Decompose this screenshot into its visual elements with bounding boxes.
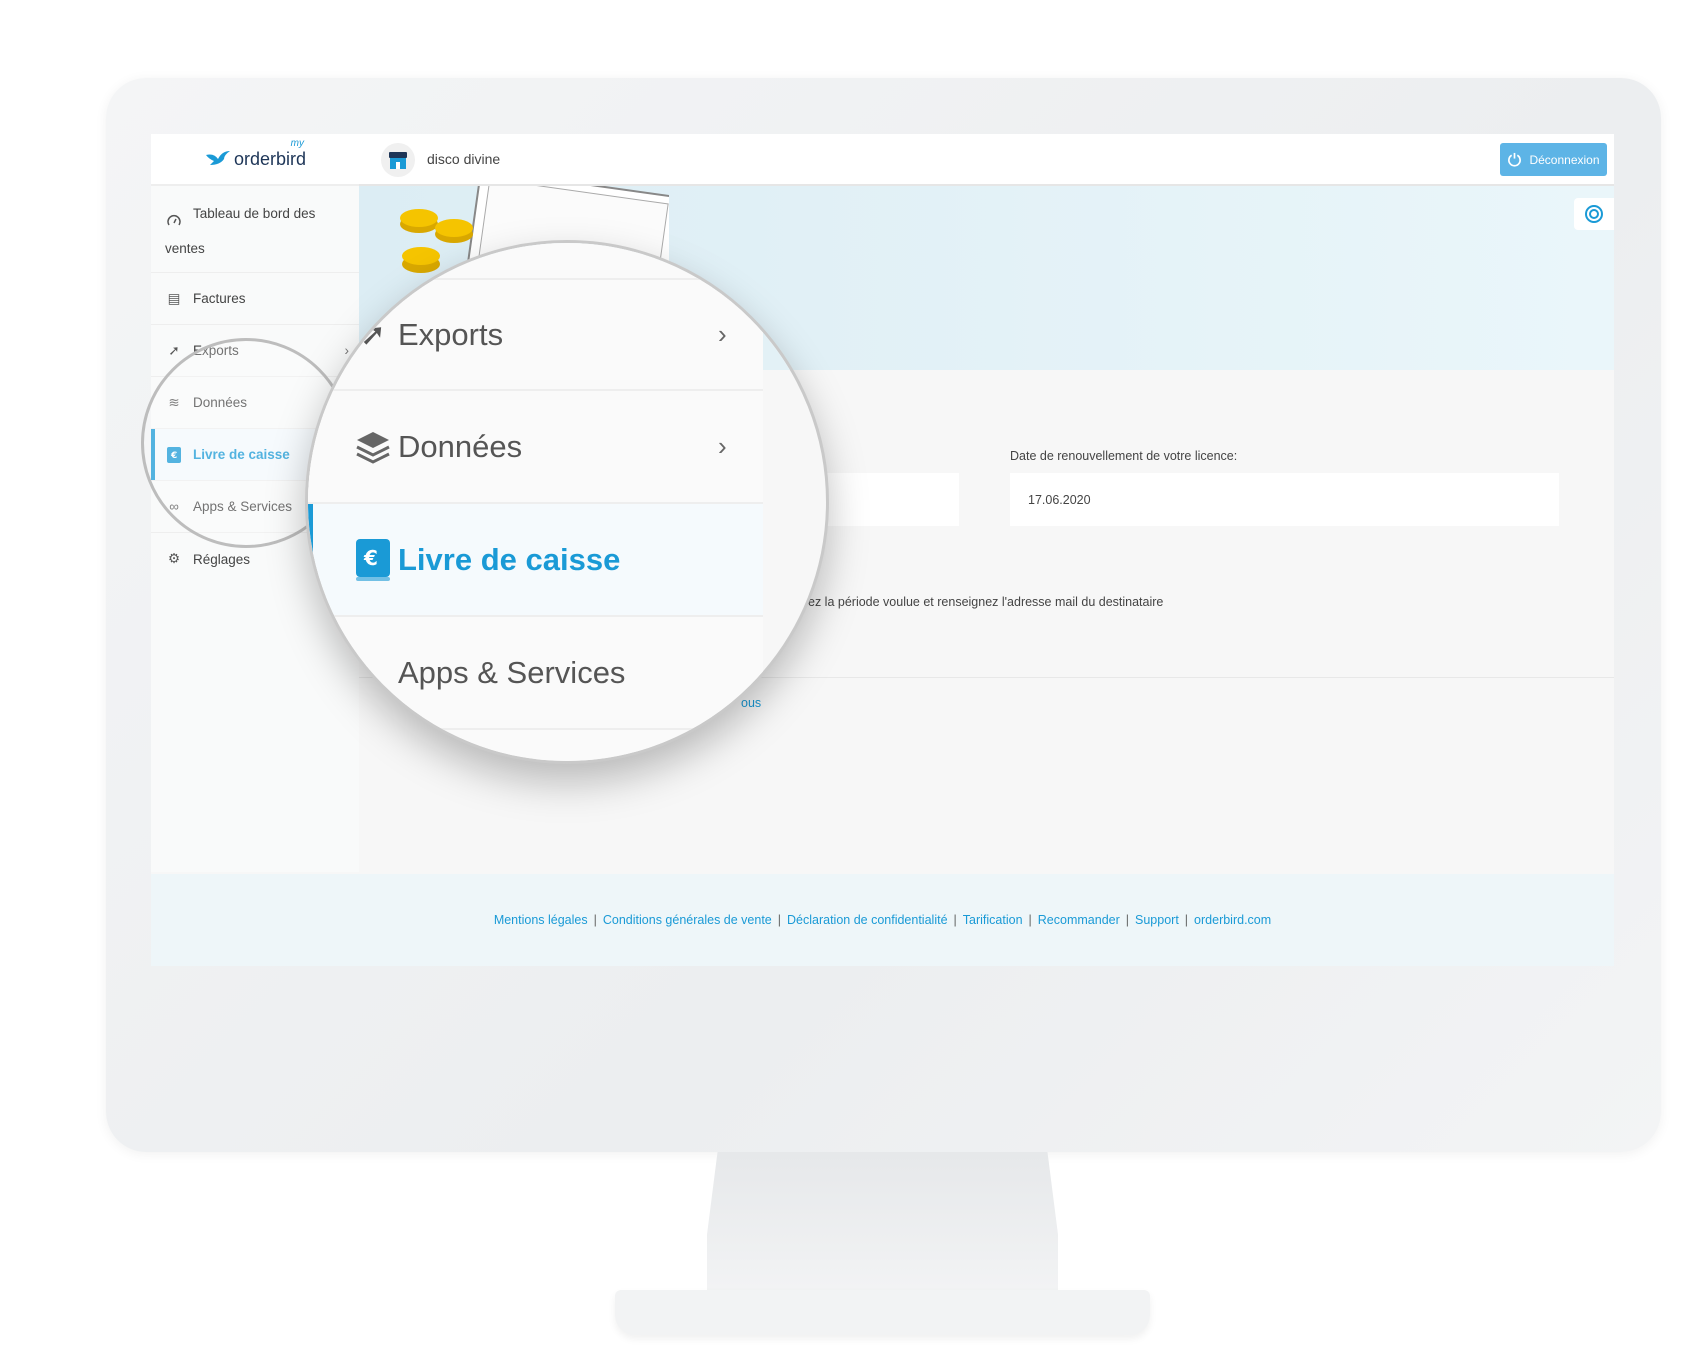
layers-icon	[353, 430, 393, 464]
magnifier-lens: ➚ Exports › Données › € Livre de caisse Apps…	[305, 240, 829, 764]
mag-item-livre-de-caisse[interactable]: € Livre de caisse	[308, 504, 763, 617]
footer-link-pricing[interactable]: Tarification	[963, 913, 1023, 927]
logout-button[interactable]: Déconnexion	[1500, 143, 1607, 176]
sidebar-item-label: Réglages	[193, 551, 251, 567]
store-icon	[389, 152, 407, 169]
license-date-field: 17.06.2020	[1010, 473, 1559, 526]
footer-link-privacy[interactable]: Déclaration de confidentialité	[787, 913, 948, 927]
monitor-base	[615, 1290, 1150, 1335]
mag-item-label: Données	[398, 428, 523, 464]
export-icon: ➚	[168, 342, 180, 358]
mag-item-exports[interactable]: ➚ Exports ›	[308, 278, 763, 391]
chevron-right-icon: ›	[718, 431, 727, 461]
footer-link-support[interactable]: Support	[1135, 913, 1179, 927]
cashbook-icon: €	[353, 538, 393, 581]
bird-icon	[205, 151, 230, 165]
store-avatar[interactable]	[381, 143, 415, 177]
logo-text: orderbird	[233, 148, 307, 169]
lifebuoy-icon	[1585, 205, 1603, 223]
logout-label: Déconnexion	[1529, 152, 1600, 167]
chevron-right-icon: ›	[718, 319, 727, 349]
help-button[interactable]	[1574, 198, 1614, 230]
footer-link-mentions[interactable]: Mentions légales	[494, 913, 588, 927]
instruction-text: ez la période voulue et renseignez l'adr…	[808, 595, 1164, 609]
logo[interactable]: orderbird my	[151, 134, 359, 186]
mag-item-label: Livre de caisse	[398, 541, 621, 577]
svg-text:€: €	[363, 546, 378, 570]
footer-link-website[interactable]: orderbird.com	[1194, 913, 1271, 927]
footer-link-cgv[interactable]: Conditions générales de vente	[603, 913, 772, 927]
export-icon: ➚	[360, 316, 386, 352]
footer-link-recommend[interactable]: Recommander	[1038, 913, 1120, 927]
power-icon	[1508, 152, 1522, 167]
mag-item-donnees[interactable]: Données ›	[308, 391, 763, 504]
monitor-stand	[707, 1152, 1058, 1302]
mag-item-label: Exports	[398, 316, 504, 352]
footer: Mentions légales | Conditions générales d…	[151, 874, 1614, 966]
sidebar-item-label: Factures	[193, 291, 246, 306]
venue-name: disco divine	[427, 151, 501, 167]
mag-item-label: Apps & Services	[398, 654, 626, 690]
mag-item-apps[interactable]: Apps & Services	[308, 617, 763, 730]
receipt-icon: ▤	[167, 290, 181, 306]
gear-icon: ⚙	[167, 551, 181, 566]
top-header: disco divine Déconnexion	[359, 134, 1614, 186]
logo-prefix: my	[290, 137, 305, 149]
license-label: Date de renouvellement de votre licence:	[1010, 449, 1238, 463]
